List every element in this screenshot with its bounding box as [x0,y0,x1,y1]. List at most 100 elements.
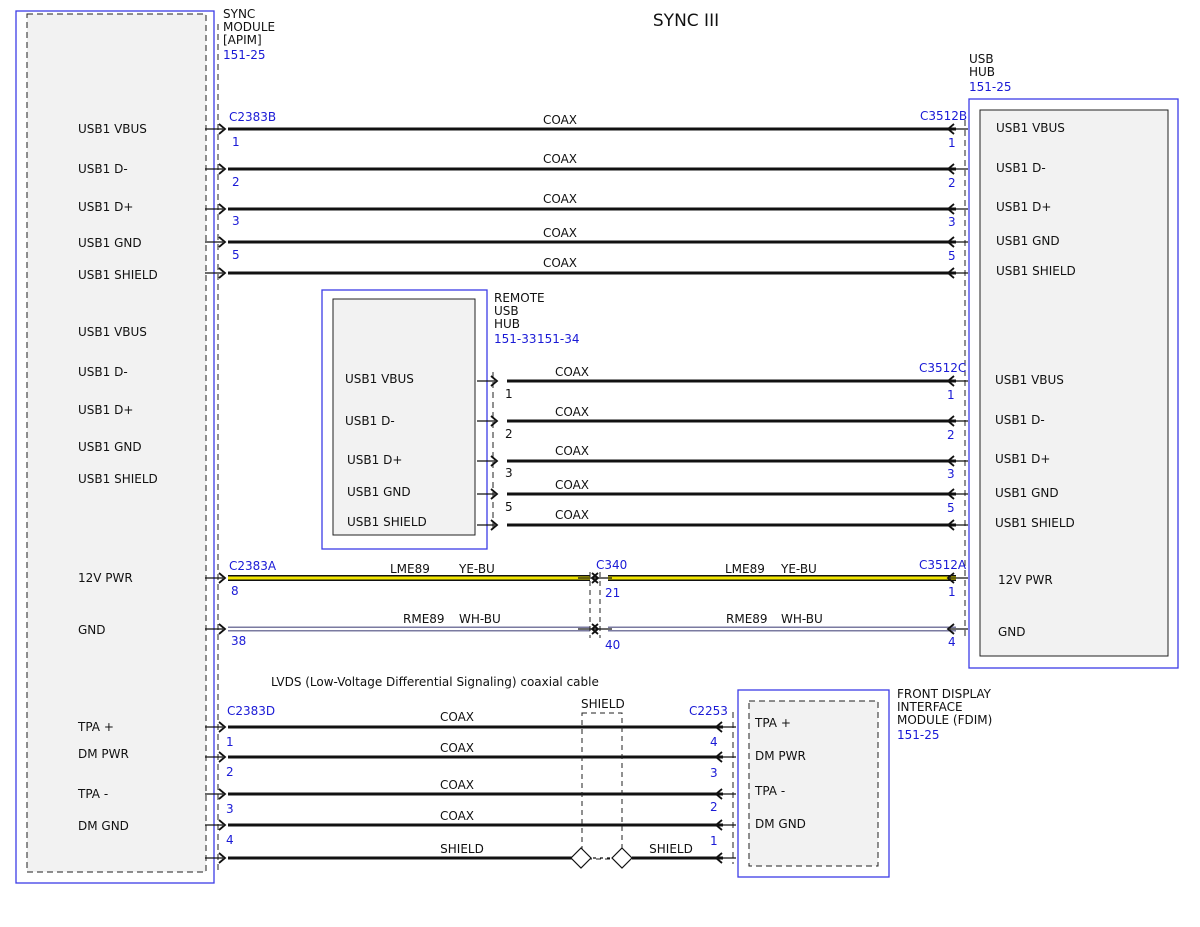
remote-usb-hub-wire-labels: COAX COAX COAX COAX COAX [555,365,589,522]
connector-pin: 1 [505,387,513,401]
apim-pin-label: USB1 SHIELD [78,472,158,486]
connector-pin: 1 [710,834,718,848]
connector-pin: 5 [505,500,513,514]
remote-hub-pin-label: USB1 D- [345,414,395,428]
apim-pin-label: USB1 VBUS [78,325,147,339]
wire-color-label: YE-BU [458,562,495,576]
usb-hub-pin-label: USB1 D- [995,413,1045,427]
usb-hub-pin-label: USB1 VBUS [996,121,1065,135]
fdim-pin-label: TPA - [754,784,785,798]
connector-c2383d: C2383D [227,704,275,718]
connector-pin: 2 [232,175,240,189]
connector-pin: 2 [226,765,234,779]
circuit-label: LME89 [725,562,765,576]
connector-pin: 2 [948,176,956,190]
wire-label: COAX [440,741,474,755]
connector-pin: 3 [710,766,718,780]
connector-pin: 40 [605,638,620,652]
usb-hub-label-line2: HUB [969,65,995,79]
connector-pin: 1 [226,735,234,749]
connector-pin: 5 [948,249,956,263]
usb-hub-label-line1: USB [969,52,994,66]
connector-pin: 38 [231,634,246,648]
fdim-pin-label: DM PWR [755,749,806,763]
connector-c2383b: C2383B [229,110,276,124]
connector-pin: 3 [505,466,513,480]
remote-hub-ref: 151-34 [537,332,580,346]
connector-pin: 1 [232,135,240,149]
connector-pin: 1 [947,388,955,402]
usb-hub-pin-label: USB1 D- [996,161,1046,175]
lvds-wires [228,725,723,860]
apim-label-line3: [APIM] [223,33,262,47]
apim-pin-label: USB1 D+ [78,403,133,417]
lvds-shield-splice [570,712,633,869]
usb-hub-pin-label: USB1 SHIELD [996,264,1076,278]
usb-hub-pin-label: USB1 GND [996,234,1060,248]
apim-label-line1: SYNC [223,7,255,21]
connector-pin: 3 [948,215,956,229]
remote-hub-pin-label: USB1 VBUS [345,372,414,386]
remote-hub-pin-label: USB1 D+ [347,453,402,467]
remote-hub-pin-label: USB1 GND [347,485,411,499]
circuit-label: RME89 [726,612,768,626]
apim-label-line2: MODULE [223,20,275,34]
wire-label: COAX [440,710,474,724]
wire-label: SHIELD [649,842,693,856]
connector-pin: 1 [948,585,956,599]
wire-color-label: WH-BU [459,612,501,626]
wire-label: COAX [440,809,474,823]
connector-pin: 3 [226,802,234,816]
wire-label: SHIELD [440,842,484,856]
remote-hub-label-line1: REMOTE [494,291,545,305]
fdim-module: FRONT DISPLAY INTERFACE MODULE (FDIM) 15… [732,687,992,878]
usb-hub-pin-label: USB1 D+ [995,452,1050,466]
usb-hub-pin-label: USB1 SHIELD [995,516,1075,530]
wire-label: COAX [543,256,577,270]
lvds-wire-labels: COAX COAX COAX COAX SHIELD SHIELD [440,710,693,856]
apim-pin-label: 12V PWR [78,571,133,585]
wire-label: COAX [555,508,589,522]
apim-pin-label: USB1 GND [78,440,142,454]
apim-pin-label: USB1 GND [78,236,142,250]
apim-pin-label: USB1 D- [78,365,128,379]
connector-pin: 4 [710,735,718,749]
wire-label: COAX [555,405,589,419]
apim-pin-label: USB1 SHIELD [78,268,158,282]
circuit-label: RME89 [403,612,445,626]
connector-pin: 21 [605,586,620,600]
wire-label: COAX [555,478,589,492]
apim-pin-label: GND [78,623,106,637]
wire-color-label: WH-BU [781,612,823,626]
usb-hub-pin-label: 12V PWR [998,573,1053,587]
connector-pin: 3 [947,467,955,481]
connector-c3512c: C3512C [919,361,966,375]
shield-label: SHIELD [581,697,625,711]
fdim-label-line1: FRONT DISPLAY [897,687,992,701]
apim-pin-label: DM PWR [78,747,129,761]
apim-pin-label: TPA - [77,787,108,801]
usb-hub-pin-label: USB1 D+ [996,200,1051,214]
connector-pin: 4 [226,833,234,847]
connector-pin: 1 [948,136,956,150]
wire-color-label: YE-BU [780,562,817,576]
fdim-label-line3: MODULE (FDIM) [897,713,992,727]
shield-splice-right [611,847,633,869]
wire-label: COAX [555,365,589,379]
fdim-pin-label: TPA + [754,716,791,730]
connector-c2383a: C2383A [229,559,277,573]
apim-pin-label: USB1 D+ [78,200,133,214]
connector-pin: 2 [505,427,513,441]
usb-hub-pin-label: USB1 GND [995,486,1059,500]
connector-pin: 4 [948,635,956,649]
remote-hub-label-line2: USB [494,304,519,318]
circuit-label: LME89 [390,562,430,576]
wire-label: COAX [543,192,577,206]
fdim-pin-label: DM GND [755,817,806,831]
connector-pin: 5 [232,248,240,262]
wire-label: COAX [440,778,474,792]
shield-splice-left [570,847,592,869]
diagram-title: SYNC III [653,11,719,31]
remote-hub-label-line3: HUB [494,317,520,331]
usb-hub-module: USB HUB 151-25 USB1 VBUS USB1 D- USB1 D+… [964,52,1179,669]
